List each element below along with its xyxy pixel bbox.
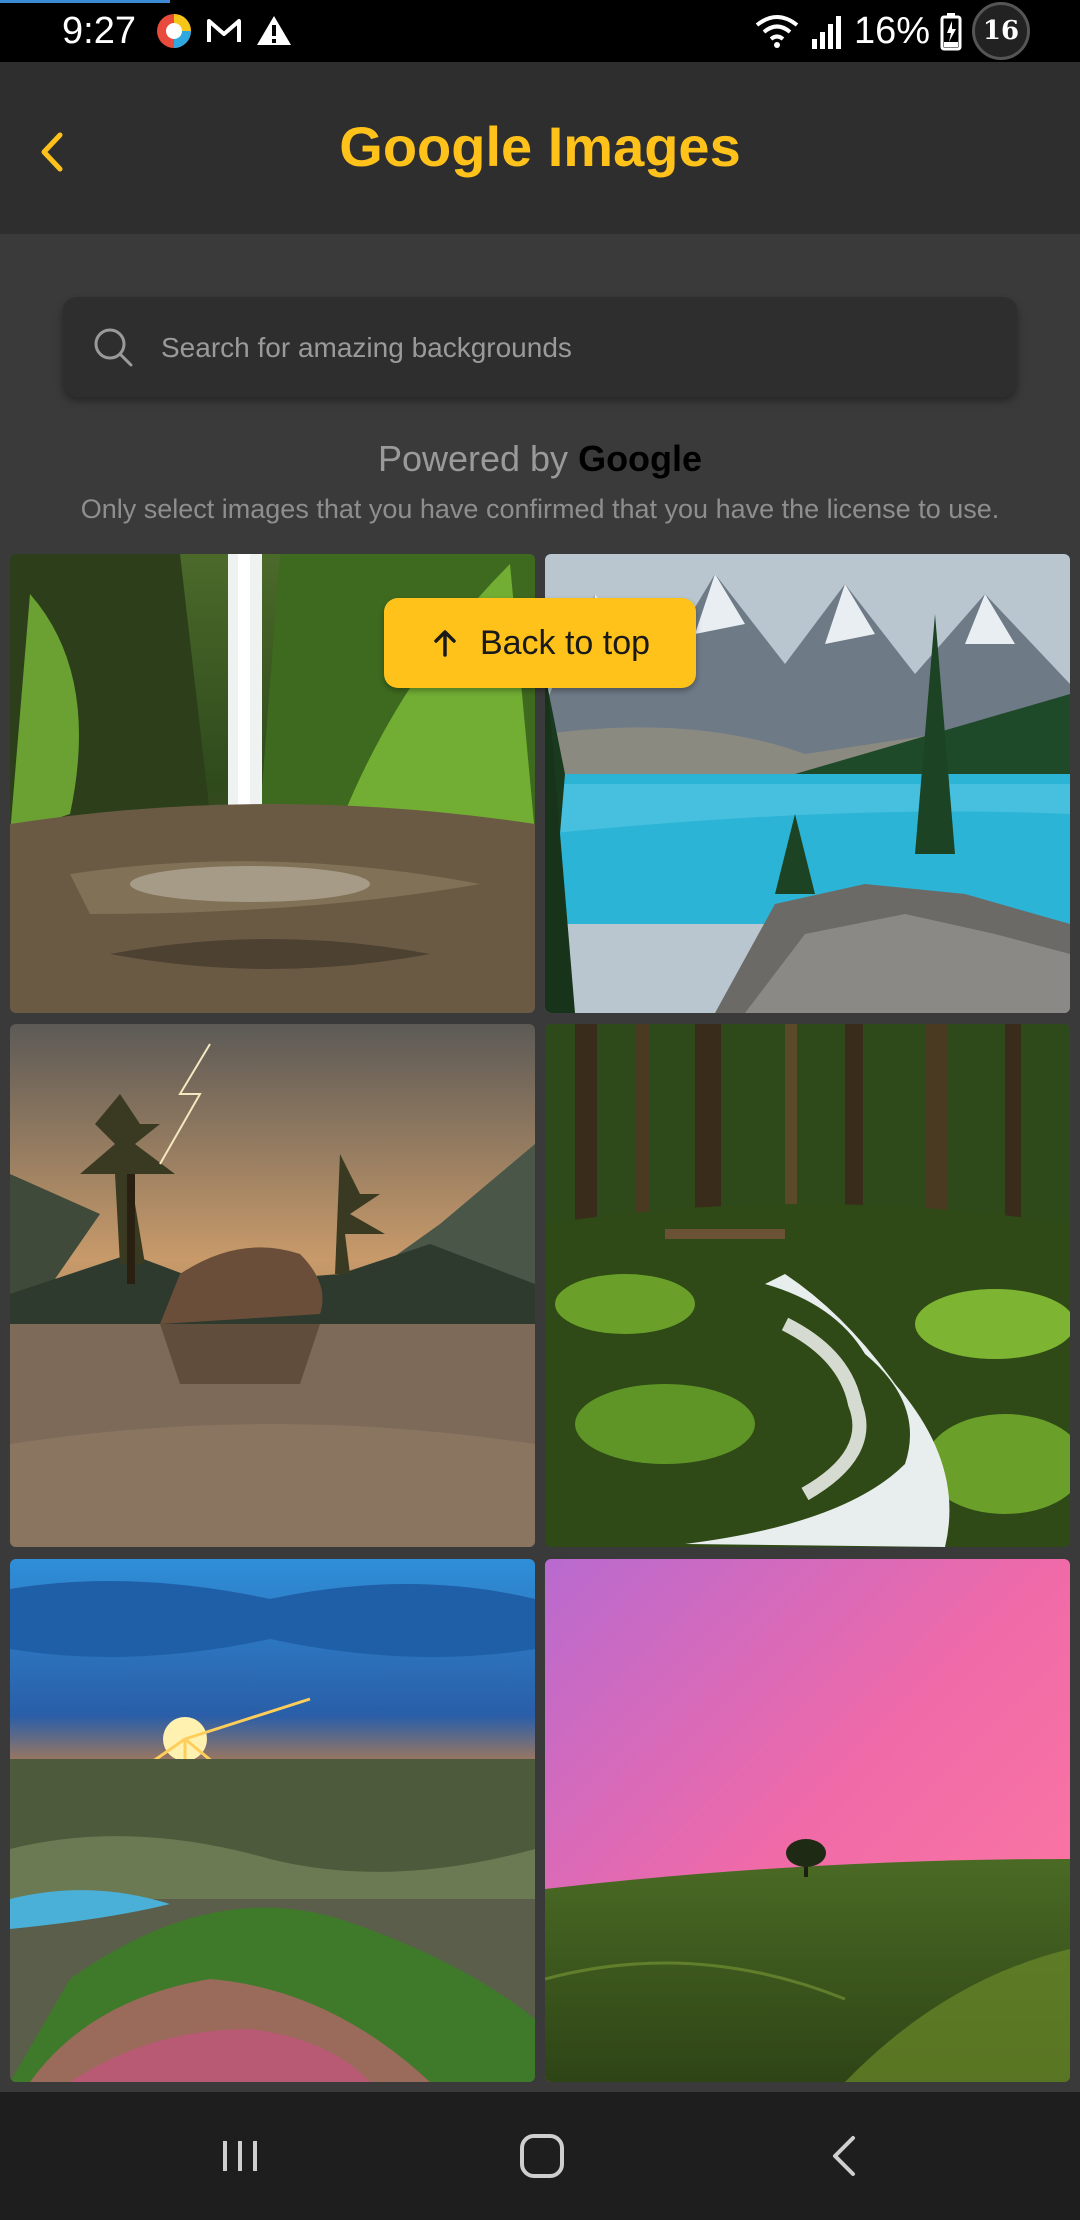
notification-count-badge: 16 <box>972 2 1030 60</box>
status-bar: 9:27 16% 16 <box>0 0 1080 62</box>
status-progress-indicator <box>0 0 170 3</box>
sunset-valley-image <box>10 1559 535 2082</box>
back-icon[interactable] <box>815 2126 875 2186</box>
arrow-up-icon <box>434 630 456 657</box>
recents-icon[interactable] <box>210 2126 270 2186</box>
license-note: Only select images that you have confirm… <box>80 494 1000 524</box>
color-app-icon <box>157 14 191 48</box>
page-title: Google Images <box>339 115 741 178</box>
system-nav-bar <box>0 2092 1080 2220</box>
app-bar: Google Images <box>0 62 1080 234</box>
wifi-icon <box>755 15 799 48</box>
status-right-group: 16% 16 <box>754 2 1030 60</box>
search-bar[interactable] <box>63 297 1017 399</box>
powered-by-brand: Google <box>578 438 703 479</box>
back-to-top-button[interactable]: Back to top <box>384 598 696 688</box>
image-tile-pink-sky[interactable] <box>545 1559 1070 2082</box>
lake-island-image <box>10 1024 535 1547</box>
search-input[interactable] <box>159 297 983 399</box>
home-icon[interactable] <box>512 2126 572 2186</box>
status-time: 9:27 <box>62 10 136 52</box>
search-icon <box>94 328 133 367</box>
powered-by: Powered by Google <box>0 438 1080 480</box>
forest-stream-image <box>545 1024 1070 1547</box>
image-tile-forest-stream[interactable] <box>545 1024 1070 1547</box>
powered-by-prefix: Powered by <box>377 438 569 479</box>
back-to-top-label: Back to top <box>479 623 651 662</box>
battery-icon <box>940 13 962 51</box>
signal-icon <box>811 16 841 49</box>
battery-percent: 16% <box>853 9 930 52</box>
pink-sky-image <box>545 1559 1070 2082</box>
image-tile-sunset-valley[interactable] <box>10 1559 535 2082</box>
gmail-icon <box>207 19 241 42</box>
image-tile-lake-island[interactable] <box>10 1024 535 1547</box>
warning-icon <box>257 16 291 45</box>
